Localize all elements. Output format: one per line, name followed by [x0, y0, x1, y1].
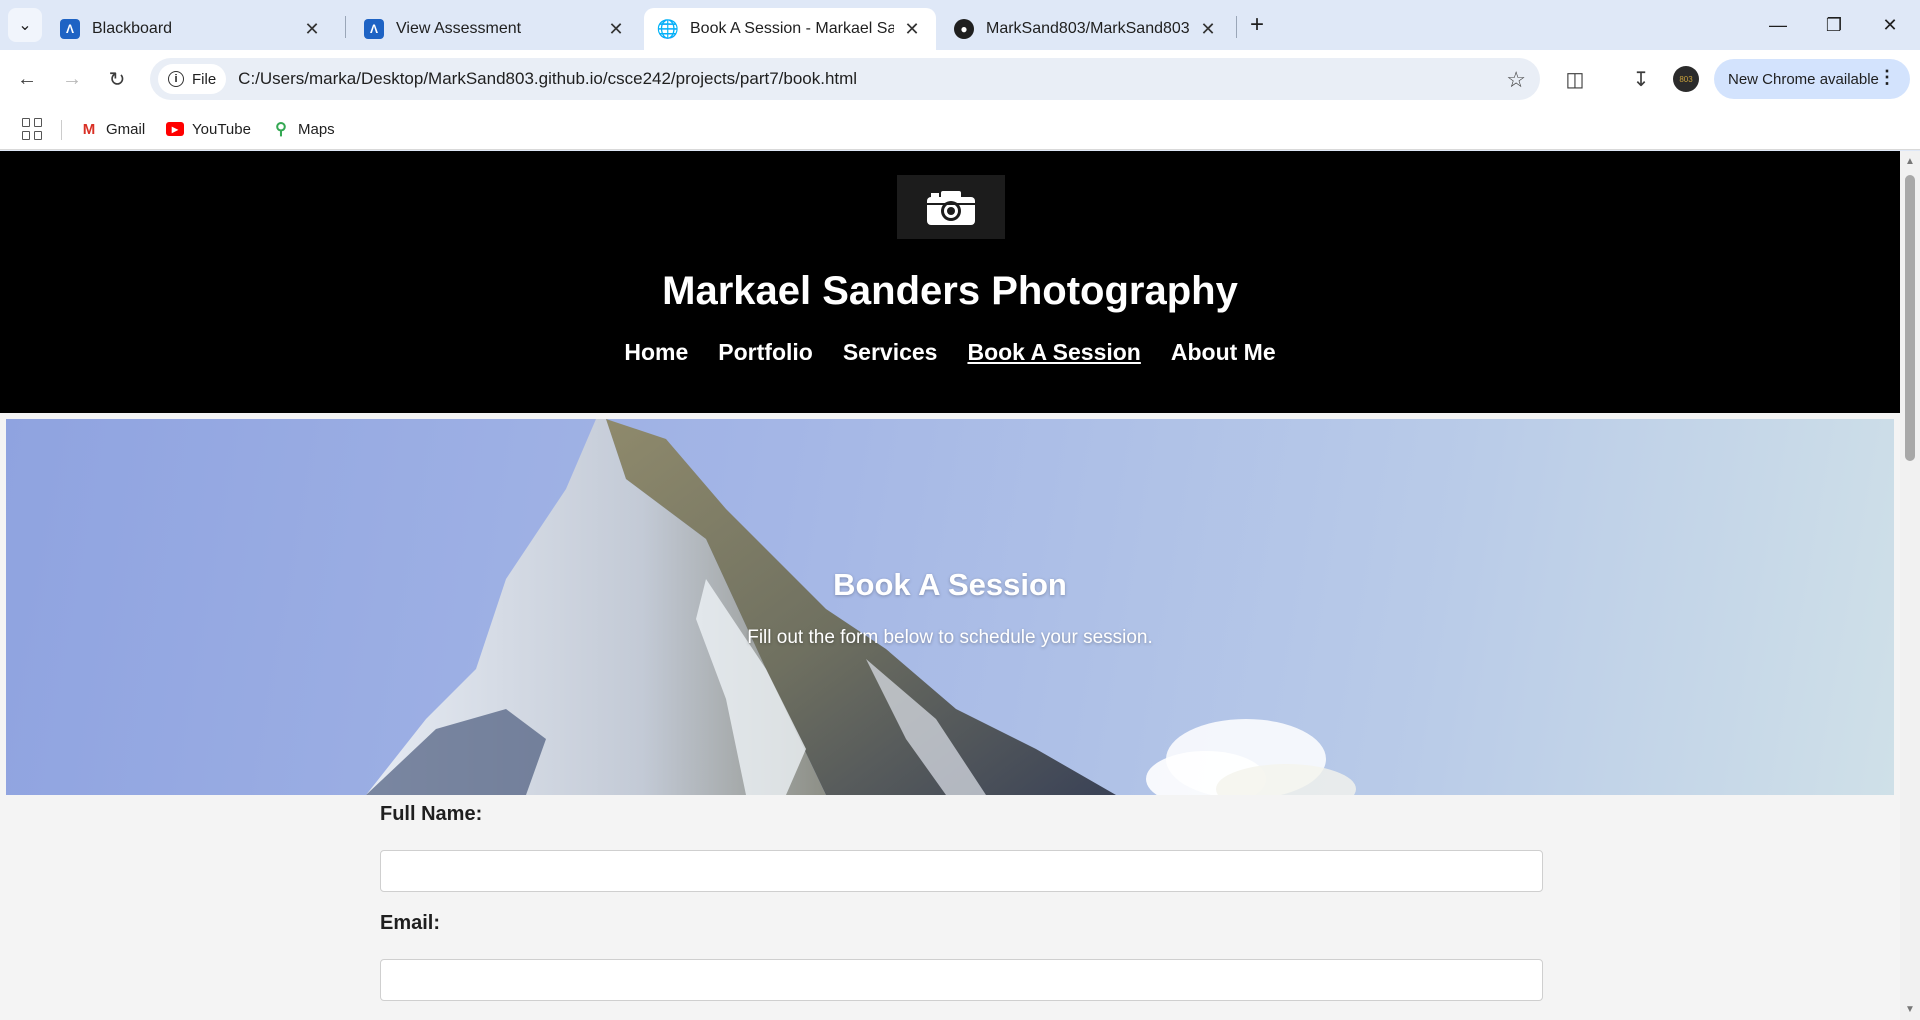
- nav-portfolio[interactable]: Portfolio: [718, 339, 813, 366]
- tab-search-button[interactable]: ⌄: [8, 8, 42, 42]
- bookmark-separator: [61, 120, 62, 140]
- full-name-label: Full Name:: [380, 803, 483, 825]
- page-scrollbar[interactable]: ▲ ▼: [1900, 151, 1920, 1020]
- email-input[interactable]: [380, 959, 1543, 1001]
- blackboard-icon: Λ: [364, 19, 384, 39]
- puzzle-icon: ◫: [1565, 68, 1585, 91]
- plus-icon: +: [1249, 11, 1264, 38]
- site-title: Markael Sanders Photography: [662, 269, 1238, 313]
- info-icon: i: [168, 71, 184, 87]
- update-label: New Chrome available: [1728, 70, 1879, 88]
- camera-logo[interactable]: [897, 175, 1005, 239]
- back-button[interactable]: ←: [10, 62, 44, 96]
- github-icon: ●: [954, 19, 974, 39]
- close-icon[interactable]: ✕: [902, 19, 922, 39]
- browser-toolbar: ← → ↻ i File C:/Users/marka/Desktop/Mark…: [0, 50, 1920, 108]
- close-window-button[interactable]: ✕: [1862, 0, 1918, 50]
- close-icon[interactable]: ✕: [606, 19, 626, 39]
- close-icon: ✕: [1882, 14, 1898, 35]
- bookmark-youtube[interactable]: ▶ YouTube: [166, 116, 251, 142]
- site-header: Markael Sanders Photography Home Portfol…: [0, 151, 1900, 413]
- scroll-thumb[interactable]: [1905, 175, 1915, 461]
- reload-icon: ↻: [108, 68, 126, 91]
- mountain-background-image: [366, 419, 1356, 795]
- scroll-down-icon[interactable]: ▼: [1904, 1003, 1916, 1015]
- youtube-icon: ▶: [166, 122, 184, 136]
- nav-home[interactable]: Home: [624, 339, 688, 366]
- bookmark-star-icon[interactable]: ☆: [1506, 67, 1526, 93]
- blackboard-icon: Λ: [60, 19, 80, 39]
- tab-title: MarkSand803/MarkSand803.github.io: [986, 20, 1190, 37]
- email-label: Email:: [380, 912, 441, 934]
- close-icon[interactable]: ✕: [302, 19, 322, 39]
- profile-initials: 803: [1679, 74, 1693, 84]
- chevron-down-icon: ⌄: [18, 17, 32, 34]
- downloads-button[interactable]: ↧: [1624, 62, 1658, 96]
- tab-blackboard[interactable]: Λ Blackboard ✕: [46, 8, 336, 50]
- tab-strip: ⌄ Λ Blackboard ✕ Λ View Assessment ✕ 🌐 B…: [0, 0, 1920, 50]
- tab-title: View Assessment: [396, 20, 522, 37]
- hero-banner: Book A Session Fill out the form below t…: [6, 419, 1894, 795]
- bookmarks-bar: M Gmail ▶ YouTube ⚲ Maps: [0, 108, 1920, 150]
- maps-icon: ⚲: [275, 121, 287, 138]
- nav-services[interactable]: Services: [843, 339, 938, 366]
- download-icon: ↧: [1632, 68, 1650, 91]
- bookmark-gmail[interactable]: M Gmail: [80, 116, 145, 142]
- extensions-button[interactable]: ◫: [1558, 62, 1592, 96]
- forward-button[interactable]: →: [55, 62, 89, 96]
- tab-title: Blackboard: [92, 20, 173, 37]
- tab-separator: [345, 16, 346, 38]
- nav-about-me[interactable]: About Me: [1171, 339, 1276, 366]
- hero-title: Book A Session: [833, 567, 1067, 602]
- bookmark-maps[interactable]: ⚲ Maps: [272, 116, 335, 142]
- site-info-chip[interactable]: i File: [158, 64, 227, 94]
- url-text[interactable]: C:/Users/marka/Desktop/MarkSand803.githu…: [238, 69, 857, 89]
- tab-separator: [1236, 16, 1237, 38]
- new-tab-button[interactable]: +: [1240, 10, 1274, 40]
- profile-avatar[interactable]: 803: [1673, 66, 1699, 92]
- apps-grid-icon[interactable]: [22, 118, 44, 140]
- arrow-left-icon: ←: [17, 67, 37, 90]
- bookmark-label: Maps: [298, 120, 335, 138]
- reload-button[interactable]: ↻: [100, 62, 134, 96]
- nav-book-a-session[interactable]: Book A Session: [967, 339, 1140, 366]
- camera-icon: [927, 191, 975, 225]
- page-viewport: Markael Sanders Photography Home Portfol…: [0, 151, 1920, 1020]
- tab-view-assessment[interactable]: Λ View Assessment ✕: [350, 8, 640, 50]
- new-chrome-available-button[interactable]: New Chrome available ⋮: [1714, 59, 1910, 99]
- bookmark-label: YouTube: [192, 120, 251, 138]
- tab-book-a-session[interactable]: 🌐 Book A Session - Markael Sanders Photo…: [644, 8, 936, 50]
- site-chip-label: File: [192, 70, 217, 88]
- minimize-button[interactable]: —: [1750, 0, 1806, 50]
- tab-github[interactable]: ● MarkSand803/MarkSand803.github.io ✕: [940, 8, 1232, 50]
- full-name-input[interactable]: [380, 850, 1543, 892]
- tab-title: Book A Session - Markael Sanders Photogr…: [690, 20, 894, 37]
- more-menu-icon[interactable]: ⋮: [1878, 67, 1896, 88]
- arrow-right-icon: →: [62, 67, 82, 90]
- restore-icon: ❐: [1825, 14, 1843, 35]
- gmail-icon: M: [82, 120, 96, 138]
- address-bar[interactable]: i File C:/Users/marka/Desktop/MarkSand80…: [150, 58, 1540, 100]
- minimize-icon: —: [1769, 14, 1787, 35]
- hero-subtitle: Fill out the form below to schedule your…: [747, 627, 1153, 648]
- site-nav: Home Portfolio Services Book A Session A…: [0, 339, 1900, 366]
- restore-button[interactable]: ❐: [1806, 0, 1862, 50]
- scroll-up-icon[interactable]: ▲: [1904, 155, 1916, 167]
- globe-icon: 🌐: [656, 18, 680, 39]
- bookmark-label: Gmail: [106, 120, 146, 138]
- close-icon[interactable]: ✕: [1198, 19, 1218, 39]
